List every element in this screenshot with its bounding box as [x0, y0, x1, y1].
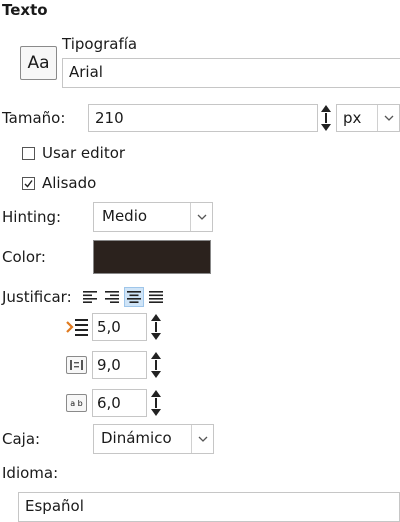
use-editor-checkbox[interactable]	[22, 147, 35, 160]
align-justify-icon	[149, 291, 163, 303]
font-label: Tipografía	[62, 35, 138, 53]
letter-spacing-input[interactable]: 6,0	[92, 389, 147, 417]
color-swatch[interactable]	[93, 240, 211, 274]
antialias-checkbox[interactable]	[22, 177, 35, 190]
chevron-down-icon	[377, 105, 399, 131]
align-right-icon	[105, 291, 119, 303]
indent-icon	[66, 318, 88, 336]
font-preview-icon[interactable]: Aa	[20, 46, 57, 80]
justify-left-button[interactable]	[80, 287, 100, 307]
color-label: Color:	[2, 248, 46, 266]
letter-spacing-icon: a b	[66, 394, 87, 412]
language-label: Idioma:	[2, 464, 59, 482]
line-spacing-input[interactable]: 9,0	[92, 351, 147, 379]
size-label: Tamaño:	[2, 109, 66, 127]
hinting-select[interactable]: Medio	[93, 202, 213, 232]
justify-label: Justificar:	[2, 288, 72, 306]
chevron-down-icon	[191, 425, 213, 453]
language-input[interactable]: Español	[18, 492, 400, 522]
justify-fill-button[interactable]	[146, 287, 166, 307]
size-input[interactable]: 210	[88, 104, 318, 132]
line-spacing-spinner[interactable]	[150, 351, 162, 379]
use-editor-label: Usar editor	[42, 144, 126, 162]
font-preview-label: Aa	[27, 53, 50, 73]
hinting-label: Hinting:	[2, 208, 62, 226]
size-spinner[interactable]	[320, 104, 332, 132]
indent-input[interactable]: 5,0	[92, 313, 147, 341]
antialias-label: Alisado	[42, 174, 97, 192]
line-spacing-icon	[66, 356, 87, 374]
align-left-icon	[83, 291, 97, 303]
letter-spacing-spinner[interactable]	[150, 389, 162, 417]
section-title: Texto	[2, 1, 48, 19]
chevron-down-icon	[190, 203, 212, 231]
justify-center-button[interactable]	[124, 287, 144, 307]
checkmark-icon	[24, 180, 33, 188]
font-input[interactable]: Arial	[62, 58, 400, 88]
box-select[interactable]: Dinámico	[93, 424, 214, 454]
size-unit-select[interactable]: px	[336, 104, 400, 132]
box-label: Caja:	[2, 430, 41, 448]
justify-right-button[interactable]	[102, 287, 122, 307]
indent-spinner[interactable]	[150, 313, 162, 341]
align-center-icon	[127, 291, 141, 303]
